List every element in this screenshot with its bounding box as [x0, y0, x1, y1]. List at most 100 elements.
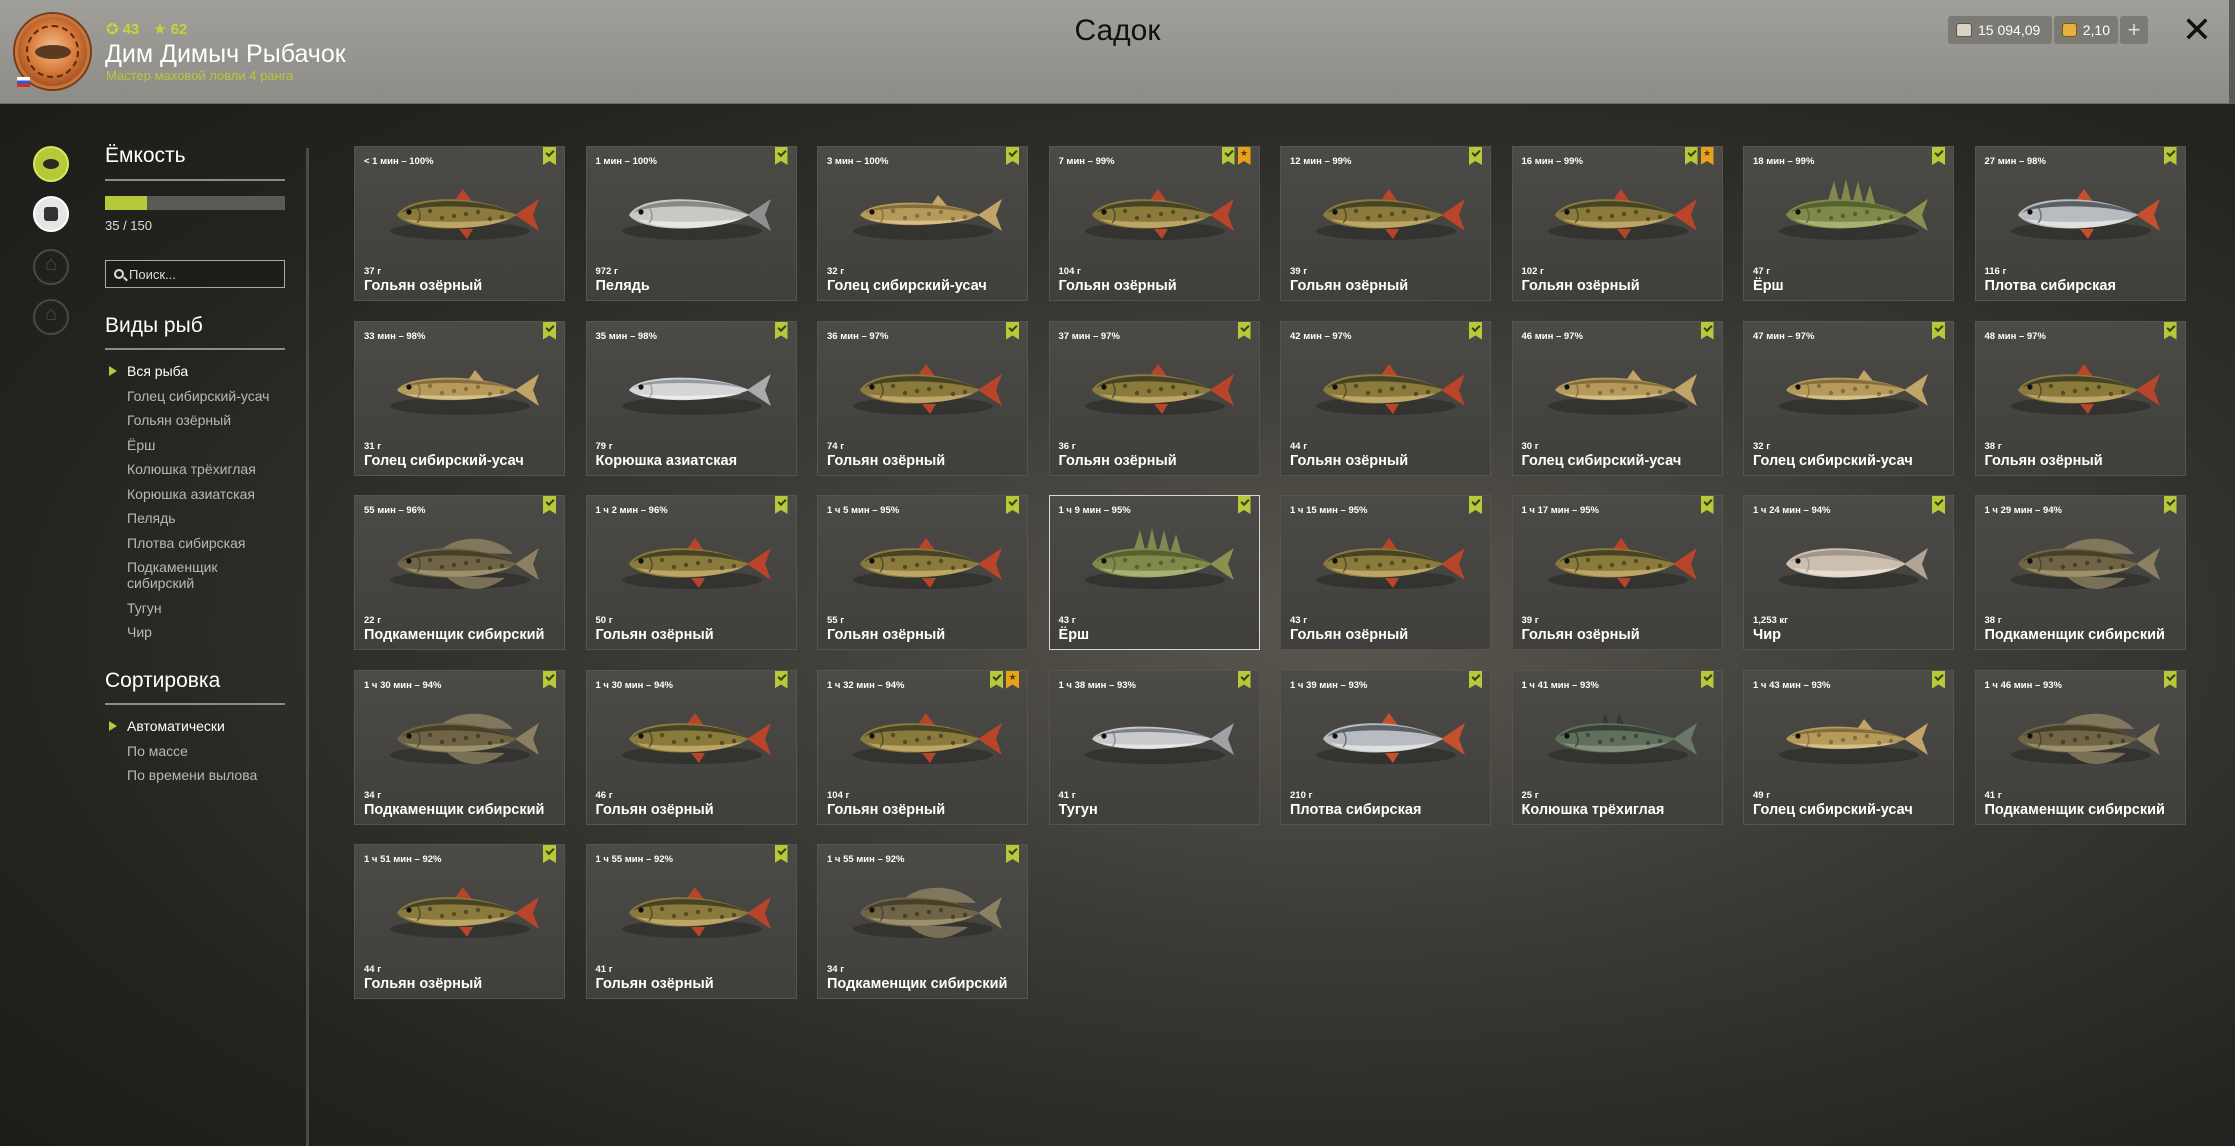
fish-card[interactable]: 1 ч 17 мин – 95% 39 г Гольян озёрный	[1511, 495, 1723, 650]
add-currency-button[interactable]: +	[2120, 16, 2148, 44]
checkmark-flag-icon[interactable]	[1932, 496, 1945, 514]
checkmark-flag-icon[interactable]	[1932, 670, 1945, 689]
checkmark-flag-icon[interactable]	[543, 321, 556, 340]
checkmark-flag-icon[interactable]	[2163, 147, 2177, 165]
fish-card[interactable]: 3 мин – 100% 32 г Голец сибирский-усач	[817, 146, 1028, 301]
checkmark-flag-icon[interactable]	[1469, 670, 1482, 689]
fish-card[interactable]: 12 мин – 99% 39 г Гольян озёрный	[1280, 146, 1491, 301]
checkmark-flag-icon[interactable]	[774, 845, 788, 863]
species-filter-item[interactable]: Плотва сибирская	[105, 535, 305, 551]
fish-card[interactable]: 42 мин – 97% 44 г Гольян озёрный	[1280, 320, 1491, 476]
checkmark-flag-icon[interactable]	[1700, 321, 1714, 340]
sort-option-item[interactable]: По массе	[105, 743, 305, 759]
fish-card[interactable]: 47 мин – 97% 32 г Голец сибирский-усач	[1743, 320, 1954, 476]
checkmark-flag-icon[interactable]	[990, 670, 1003, 689]
card-flags	[543, 845, 556, 863]
home-icon[interactable]	[33, 249, 69, 285]
keepnet-bag-icon[interactable]	[33, 196, 69, 232]
fish-card[interactable]: 1 ч 5 мин – 95% 55 г Гольян озёрный	[817, 495, 1028, 650]
checkmark-flag-icon[interactable]	[1237, 670, 1251, 689]
fish-card[interactable]: 55 мин – 96% 22 г Подкаменщик сибирский	[354, 495, 565, 650]
species-filter-item[interactable]: Тугун	[105, 600, 305, 616]
fish-card[interactable]: 37 мин – 97% 36 г Гольян озёрный	[1048, 320, 1260, 476]
species-filter-item[interactable]: Голец сибирский-усач	[105, 388, 305, 404]
card-flags	[774, 147, 788, 165]
species-filter-item[interactable]: Ёрш	[105, 437, 305, 453]
species-filter-item[interactable]: Гольян озёрный	[105, 412, 305, 428]
gold-balance: 2,10	[2054, 16, 2118, 44]
checkmark-flag-icon[interactable]	[1684, 147, 1698, 165]
fish-card[interactable]: 16 мин – 99% ★ 102 г Гольян озёрный	[1511, 146, 1723, 301]
fish-card[interactable]: 27 мин – 98% 116 г Плотва сибирская	[1974, 146, 2186, 301]
house-icon[interactable]	[33, 299, 69, 335]
checkmark-flag-icon[interactable]	[1237, 496, 1251, 514]
checkmark-flag-icon[interactable]	[1700, 496, 1714, 514]
fish-card[interactable]: 1 ч 43 мин – 93% 49 г Голец сибирский-усач	[1743, 669, 1954, 825]
checkmark-flag-icon[interactable]	[774, 496, 788, 514]
fish-card[interactable]: 1 ч 41 мин – 93% 25 г Колюшка трёхиглая	[1511, 669, 1723, 825]
search-box[interactable]	[105, 260, 285, 288]
checkmark-flag-icon[interactable]	[1932, 147, 1945, 165]
checkmark-flag-icon[interactable]	[774, 670, 788, 689]
sort-option-item[interactable]: Автоматически	[105, 718, 305, 734]
checkmark-flag-icon[interactable]	[543, 147, 556, 165]
fish-card[interactable]: 1 ч 38 мин – 93% 41 г Тугун	[1048, 669, 1260, 825]
checkmark-flag-icon[interactable]	[2163, 496, 2177, 514]
checkmark-flag-icon[interactable]	[1006, 321, 1019, 340]
fish-card[interactable]: 1 ч 9 мин – 95% 43 г Ёрш	[1048, 495, 1260, 650]
checkmark-flag-icon[interactable]	[1469, 147, 1482, 165]
fish-card[interactable]: 48 мин – 97% 38 г Гольян озёрный	[1974, 320, 2186, 476]
fish-card[interactable]: 1 ч 55 мин – 92% 41 г Гольян озёрный	[585, 844, 797, 999]
fish-card[interactable]: 36 мин – 97% 74 г Гольян озёрный	[817, 320, 1028, 476]
close-button[interactable]: ✕	[2181, 12, 2213, 48]
checkmark-flag-icon[interactable]	[543, 496, 556, 514]
checkmark-flag-icon[interactable]	[774, 321, 788, 340]
fish-card[interactable]: 1 ч 15 мин – 95% 43 г Гольян озёрный	[1280, 495, 1491, 650]
checkmark-flag-icon[interactable]	[1932, 321, 1945, 340]
fish-card[interactable]: 1 ч 32 мин – 94% ★ 104 г Гольян озёрный	[817, 669, 1028, 825]
star-flag-icon[interactable]: ★	[1006, 670, 1019, 689]
fish-card[interactable]: 7 мин – 99% ★ 104 г Гольян озёрный	[1048, 146, 1260, 301]
checkmark-flag-icon[interactable]	[543, 670, 556, 689]
checkmark-flag-icon[interactable]	[774, 147, 788, 165]
checkmark-flag-icon[interactable]	[1006, 496, 1019, 514]
species-filter-item[interactable]: Чир	[105, 624, 305, 640]
star-flag-icon[interactable]: ★	[1700, 147, 1714, 165]
species-filter-item[interactable]: Пелядь	[105, 510, 305, 526]
fish-card[interactable]: 1 ч 2 мин – 96% 50 г Гольян озёрный	[585, 495, 797, 650]
checkmark-flag-icon[interactable]	[1237, 321, 1251, 340]
checkmark-flag-icon[interactable]	[1006, 147, 1019, 165]
checkmark-flag-icon[interactable]	[1469, 496, 1482, 514]
checkmark-flag-icon[interactable]	[1469, 321, 1482, 340]
checkmark-flag-icon[interactable]	[1221, 147, 1235, 165]
fish-card[interactable]: 46 мин – 97% 30 г Голец сибирский-усач	[1511, 320, 1723, 476]
checkmark-flag-icon[interactable]	[543, 845, 556, 863]
species-filter-item[interactable]: Колюшка трёхиглая	[105, 461, 305, 477]
fish-weight: 210 г	[1290, 789, 1313, 801]
fish-card[interactable]: 1 ч 46 мин – 93% 41 г Подкаменщик сибирски…	[1974, 669, 2186, 825]
search-input[interactable]	[129, 266, 279, 282]
fish-card[interactable]: 33 мин – 98% 31 г Голец сибирский-усач	[354, 320, 565, 476]
fish-card[interactable]: < 1 мин – 100% 37 г Гольян озёрный	[354, 146, 565, 301]
species-filter-item[interactable]: Вся рыба	[105, 363, 305, 379]
checkmark-flag-icon[interactable]	[1700, 670, 1714, 689]
keepnet-fish-icon[interactable]	[33, 146, 69, 182]
checkmark-flag-icon[interactable]	[1006, 845, 1019, 863]
fish-card[interactable]: 1 ч 39 мин – 93% 210 г Плотва сибирская	[1280, 669, 1491, 825]
fish-card[interactable]: 1 ч 24 мин – 94% 1,253 кг Чир	[1743, 495, 1954, 650]
fish-card[interactable]: 1 ч 29 мин – 94% 38 г Подкаменщик сибирски…	[1974, 495, 2186, 650]
species-filter-item[interactable]: Подкаменщик сибирский	[105, 559, 235, 591]
fish-card[interactable]: 1 ч 51 мин – 92% 44 г Гольян озёрный	[354, 844, 565, 999]
fish-card[interactable]: 1 мин – 100% 972 г Пелядь	[585, 146, 797, 301]
species-filter-item[interactable]: Корюшка азиатская	[105, 486, 305, 502]
fish-card[interactable]: 35 мин – 98% 79 г Корюшка азиатская	[585, 320, 797, 476]
checkmark-flag-icon[interactable]	[2163, 321, 2177, 340]
fish-card[interactable]: 1 ч 30 мин – 94% 46 г Гольян озёрный	[585, 669, 797, 825]
fish-card[interactable]: 1 ч 30 мин – 94% 34 г Подкаменщик сибирски…	[354, 669, 565, 825]
checkmark-flag-icon[interactable]	[2163, 670, 2177, 689]
fish-card[interactable]: 18 мин – 99% 47 г Ёрш	[1743, 146, 1954, 301]
sort-option-item[interactable]: По времени вылова	[105, 767, 305, 783]
fish-card[interactable]: 1 ч 55 мин – 92% 34 г Подкаменщик сибирски…	[817, 844, 1028, 999]
catch-time-freshness: 1 ч 41 мин – 93%	[1521, 679, 1599, 691]
star-flag-icon[interactable]: ★	[1237, 147, 1251, 165]
